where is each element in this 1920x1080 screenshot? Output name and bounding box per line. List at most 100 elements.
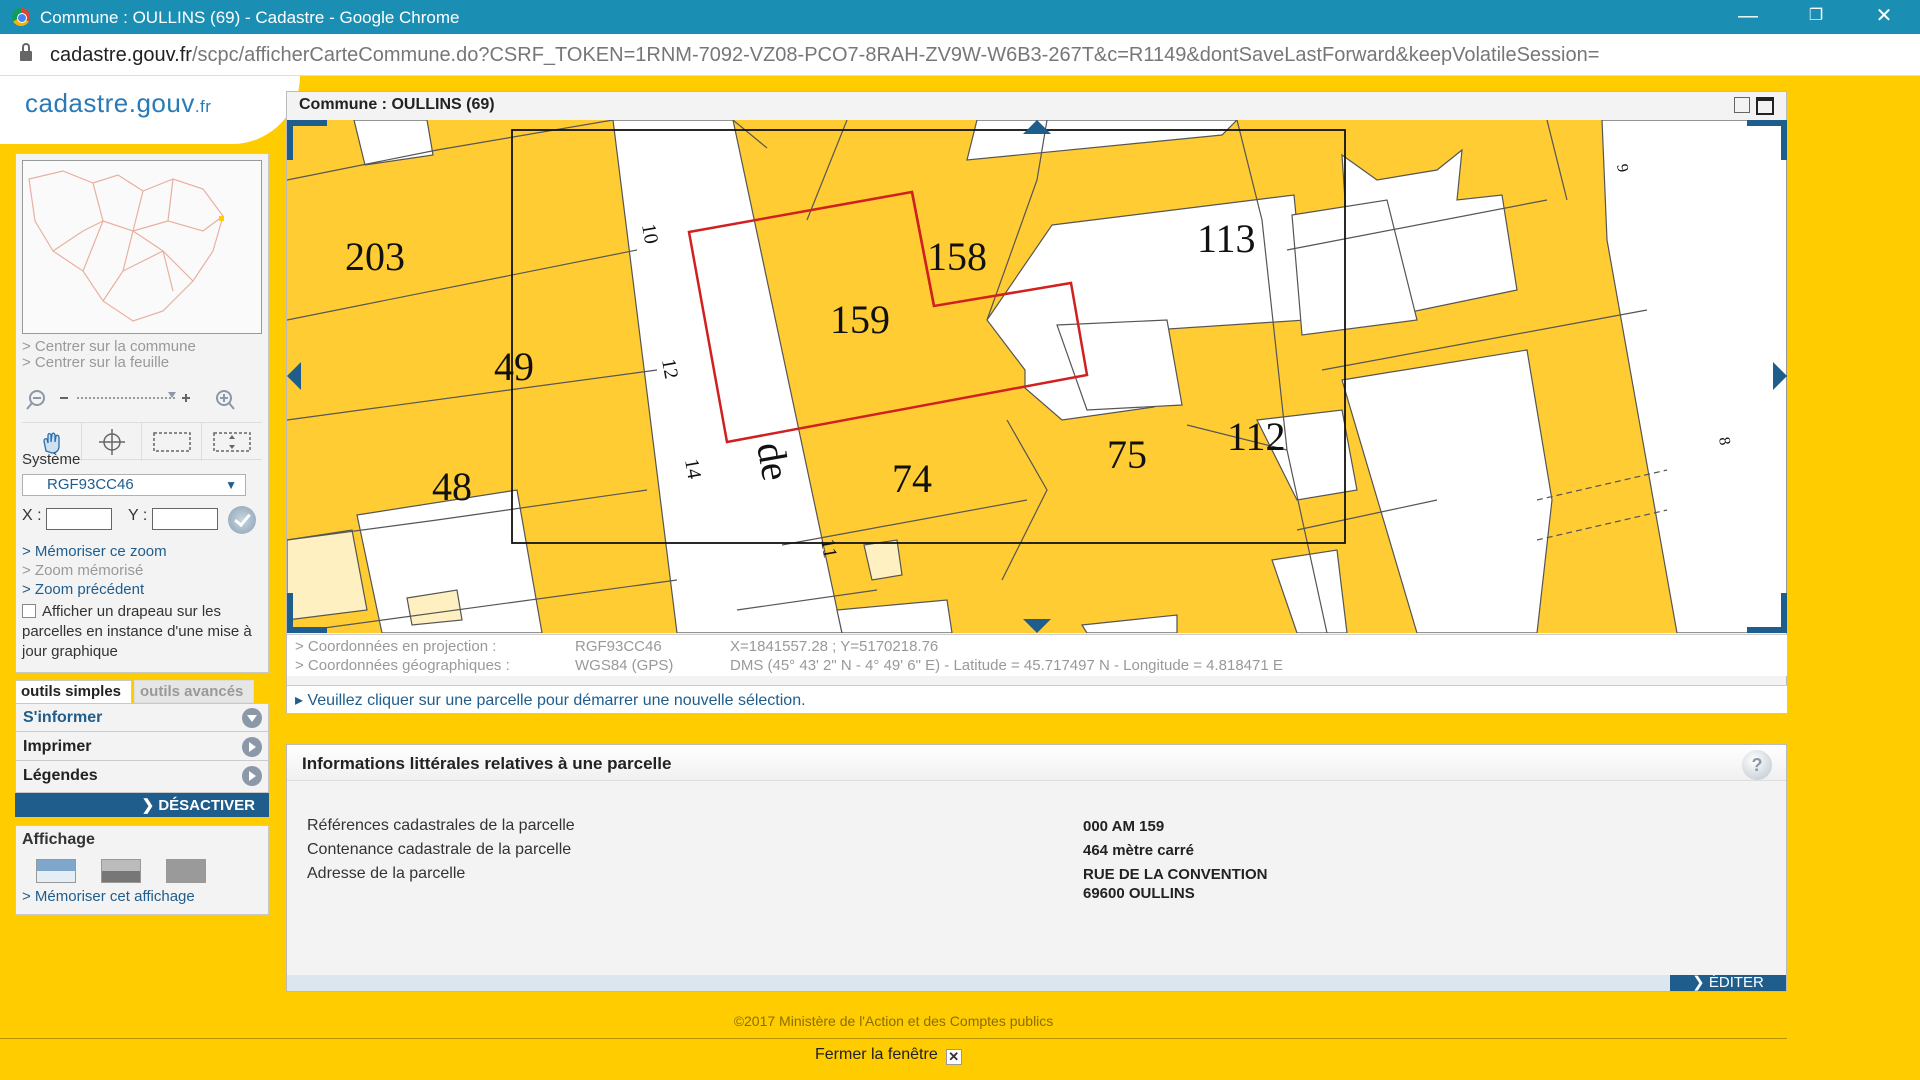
street-number-label: 12 xyxy=(657,357,682,381)
memorized-zoom-link[interactable]: > Zoom mémorisé xyxy=(22,562,143,579)
cadastral-area-value: 464 mètre carré xyxy=(1083,842,1194,859)
street-name-label: de xyxy=(748,439,799,484)
projection-value: X=1841557.28 ; Y=5170218.76 xyxy=(730,638,939,655)
pan-west-arrow[interactable] xyxy=(287,362,301,390)
systeme-label: Système xyxy=(22,451,81,468)
x-label: X : xyxy=(22,507,42,524)
display-mode-3-button[interactable] xyxy=(166,859,206,883)
building xyxy=(1080,614,1178,633)
maximize-icon[interactable] xyxy=(1756,97,1774,115)
pan-south-arrow[interactable] xyxy=(1023,619,1051,633)
deactivate-button[interactable]: ❯ DÉSACTIVER xyxy=(15,793,269,817)
window-title: Commune : OULLINS (69) - Cadastre - Goog… xyxy=(40,8,460,27)
display-mode-2-button[interactable] xyxy=(101,859,141,883)
cadastral-area-label: Contenance cadastrale de la parcelle xyxy=(307,841,572,858)
close-icon[interactable]: ✕ xyxy=(1850,0,1918,34)
parcel-number-label: 158 xyxy=(927,234,987,279)
projection-label: > Coordonnées en projection : xyxy=(295,638,497,655)
parcel-number-label: 112 xyxy=(1227,414,1286,459)
flag-option: Afficher un drapeau sur les parcelles en… xyxy=(22,602,268,662)
coordinates-readout: > Coordonnées en projection : RGF93CC46 … xyxy=(287,634,1787,676)
building xyxy=(863,539,903,581)
geographic-system: WGS84 (GPS) xyxy=(575,657,674,674)
display-mode-1-button[interactable] xyxy=(36,859,76,883)
building xyxy=(836,599,953,633)
expand-icon xyxy=(242,708,262,728)
street-number-label: 14 xyxy=(680,457,705,481)
y-coordinate-input[interactable] xyxy=(152,508,218,530)
cadastral-map[interactable]: 203 49 48 158 159 113 112 75 74 10 12 14… xyxy=(287,120,1787,633)
parcel-number-label: 113 xyxy=(1197,216,1256,261)
map-title: Commune : OULLINS (69) xyxy=(299,96,495,113)
parcel-number-label: 203 xyxy=(345,234,405,279)
parcel-number-label: 75 xyxy=(1107,432,1147,477)
street-number-label: 10 xyxy=(637,222,662,246)
zoom-bar xyxy=(22,382,262,418)
flag-checkbox-label: Afficher un drapeau sur les parcelles en… xyxy=(22,603,252,660)
close-window-link[interactable]: Fermer la fenêtre ✕ xyxy=(815,1046,962,1065)
cadastral-reference-value: 000 AM 159 xyxy=(1083,818,1165,835)
display-label: Affichage xyxy=(22,831,95,848)
map-window: Commune : OULLINS (69) 203 49 48 158 159… xyxy=(286,91,1787,713)
flag-checkbox[interactable] xyxy=(22,604,36,618)
tools-list: S'informer Imprimer Légendes xyxy=(15,703,269,793)
undock-icon[interactable] xyxy=(1734,97,1750,113)
center-commune-link[interactable]: > Centrer sur la commune xyxy=(22,338,196,355)
minimize-icon[interactable]: — xyxy=(1714,0,1782,34)
building xyxy=(1271,549,1348,633)
systeme-select[interactable]: RGF93CC46 ▼ xyxy=(22,474,246,496)
memorize-display-link[interactable]: > Mémoriser cet affichage xyxy=(22,888,195,905)
validate-coordinates-button[interactable] xyxy=(228,506,256,534)
address-bar[interactable]: cadastre.gouv.fr/scpc/afficherCarteCommu… xyxy=(0,34,1920,76)
building xyxy=(966,120,1238,161)
navigation-panel: > Centrer sur la commune > Centrer sur l… xyxy=(15,153,269,673)
edit-button[interactable]: ❯ ÉDITER xyxy=(1670,975,1786,991)
site-logo[interactable]: cadastre.gouv.fr xyxy=(25,88,211,119)
parcel-number-label: 48 xyxy=(432,464,472,509)
edit-bar xyxy=(287,975,1786,991)
x-coordinate-input[interactable] xyxy=(46,508,112,530)
full-extent-icon[interactable] xyxy=(202,423,262,461)
tab-advanced-tools[interactable]: outils avancés xyxy=(134,680,254,703)
building xyxy=(1341,349,1553,633)
chevron-right-icon: ❯ xyxy=(1692,974,1709,991)
geographic-value: DMS (45° 43' 2" N - 4° 49' 6" E) - Latit… xyxy=(730,657,1283,674)
street-area xyxy=(612,120,843,633)
arrow-right-icon xyxy=(242,766,262,786)
status-message: ▸ Veuillez cliquer sur une parcelle pour… xyxy=(287,685,1787,713)
parcel-address-value: RUE DE LA CONVENTION xyxy=(1083,866,1268,883)
tab-simple-tools[interactable]: outils simples xyxy=(15,680,132,703)
memorize-zoom-link[interactable]: > Mémoriser ce zoom xyxy=(22,543,167,560)
restore-icon[interactable]: ❐ xyxy=(1782,0,1850,34)
arrow-right-icon xyxy=(242,737,262,757)
zoom-out-icon[interactable] xyxy=(26,390,45,410)
copyright-text: ©2017 Ministère de l'Action et des Compt… xyxy=(733,1013,1054,1029)
chevron-down-icon: ▼ xyxy=(225,478,237,492)
cadastral-reference-label: Références cadastrales de la parcelle xyxy=(307,817,575,834)
parcel-address-city: 69600 OULLINS xyxy=(1083,885,1195,902)
previous-zoom-link[interactable]: > Zoom précédent xyxy=(22,581,144,598)
info-header: Informations littérales relatives à une … xyxy=(287,745,1786,781)
center-sheet-link[interactable]: > Centrer sur la feuille xyxy=(22,354,169,371)
overview-minimap[interactable] xyxy=(22,160,262,334)
projection-system: RGF93CC46 xyxy=(575,638,662,655)
parcel-info-panel: Informations littérales relatives à une … xyxy=(286,744,1787,992)
chevron-right-icon: ❯ xyxy=(141,797,159,814)
zoom-in-icon[interactable] xyxy=(216,390,235,410)
zoom-box-icon[interactable] xyxy=(142,423,202,461)
close-x-icon: ✕ xyxy=(945,1049,962,1065)
print-tool[interactable]: Imprimer xyxy=(16,733,268,761)
building xyxy=(1601,120,1787,633)
parcel-number-label: 74 xyxy=(892,456,932,501)
building xyxy=(287,529,368,621)
street-number-label: 11 xyxy=(816,537,841,560)
center-target-icon[interactable] xyxy=(82,423,142,461)
url-text[interactable]: cadastre.gouv.fr/scpc/afficherCarteCommu… xyxy=(50,44,1599,67)
inform-tool[interactable]: S'informer xyxy=(16,704,268,732)
display-panel: Affichage > Mémoriser cet affichage xyxy=(15,825,269,915)
legends-tool[interactable]: Légendes xyxy=(16,762,268,790)
help-icon[interactable]: ? xyxy=(1742,750,1772,780)
geographic-label: > Coordonnées géographiques : xyxy=(295,657,510,674)
y-label: Y : xyxy=(128,507,148,524)
parcel-number-label: 49 xyxy=(494,344,534,389)
